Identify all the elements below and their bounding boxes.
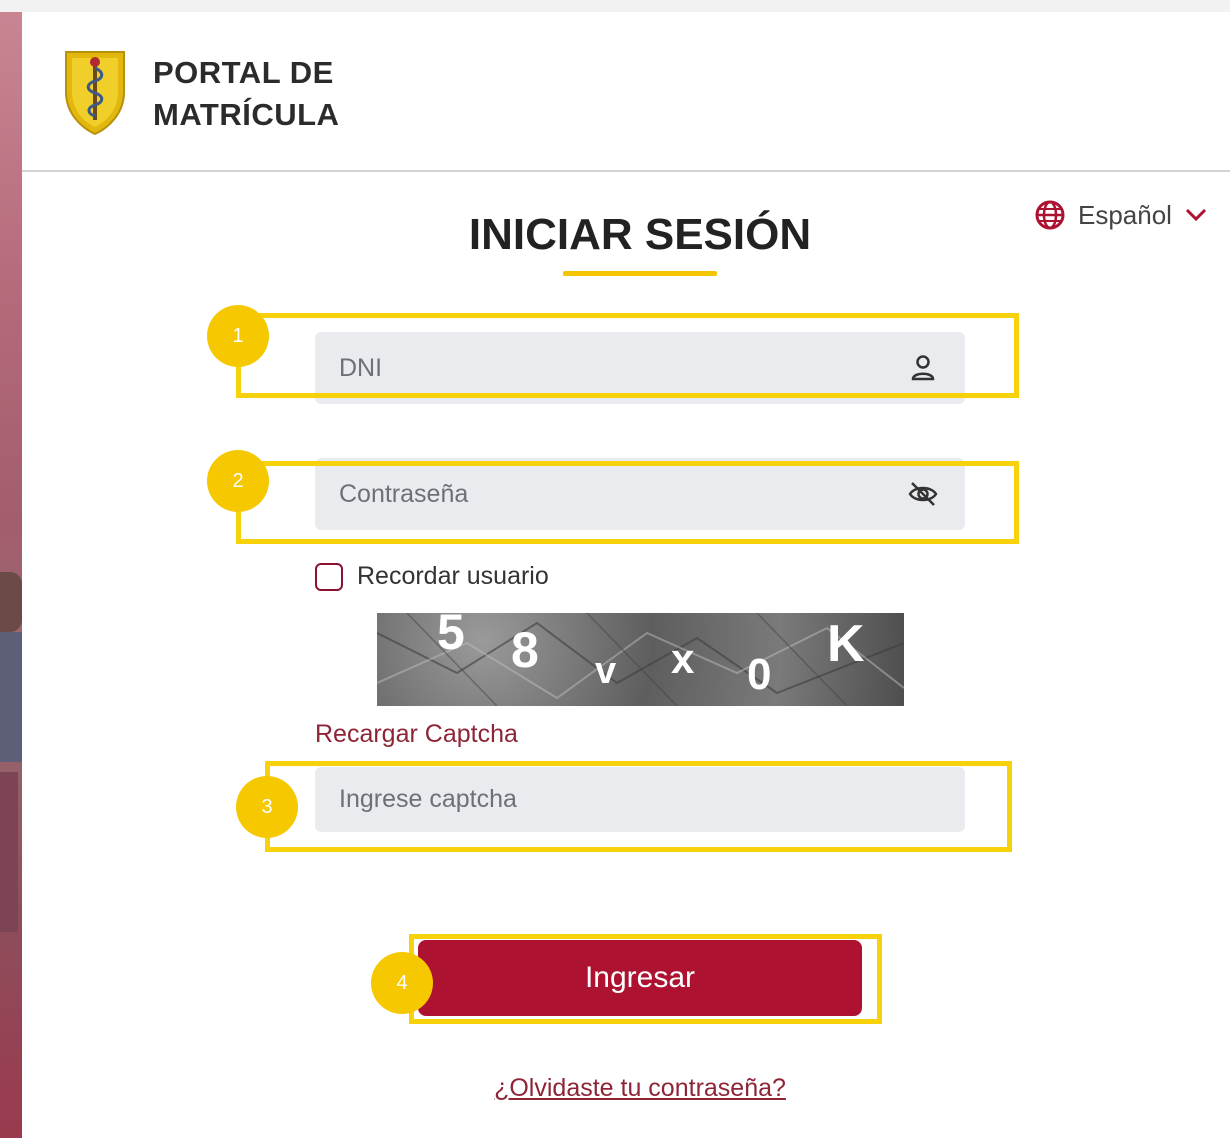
captcha-char-4: x bbox=[671, 635, 695, 682]
portal-title-line1: PORTAL DE bbox=[153, 55, 334, 90]
remember-user[interactable]: Recordar usuario bbox=[315, 562, 549, 591]
highlight-box-2 bbox=[236, 461, 1019, 544]
highlight-box-3 bbox=[265, 761, 1012, 852]
login-panel: PORTAL DE MATRÍCULA Español INICIAR SESI… bbox=[22, 12, 1230, 1138]
captcha-char-5: 0 bbox=[747, 650, 771, 699]
language-label: Español bbox=[1078, 199, 1172, 230]
language-selector[interactable]: Español bbox=[1034, 198, 1208, 232]
forgot-password-link[interactable]: ¿Olvidaste tu contraseña? bbox=[494, 1074, 786, 1103]
globe-icon bbox=[1035, 200, 1065, 230]
shield-logo-icon bbox=[65, 51, 125, 136]
remember-checkbox[interactable] bbox=[315, 562, 343, 591]
header: PORTAL DE MATRÍCULA bbox=[22, 12, 1230, 172]
captcha-char-3: v bbox=[595, 650, 616, 692]
annotation-badge-2: 2 bbox=[207, 450, 269, 512]
photo-figure-legs bbox=[0, 772, 18, 932]
top-strip bbox=[0, 0, 1230, 12]
background-photo bbox=[0, 12, 22, 1138]
photo-figure-head bbox=[0, 572, 22, 632]
remember-label: Recordar usuario bbox=[357, 562, 549, 590]
reload-captcha-link[interactable]: Recargar Captcha bbox=[315, 720, 518, 749]
annotation-badge-1: 1 bbox=[207, 305, 269, 367]
captcha-char-1: 5 bbox=[437, 613, 465, 660]
portal-title-line2: MATRÍCULA bbox=[153, 97, 340, 132]
highlight-box-1 bbox=[236, 313, 1019, 398]
photo-figure-body bbox=[0, 632, 22, 762]
captcha-image: 5 8 v x 0 K bbox=[377, 613, 904, 706]
annotation-badge-4: 4 bbox=[371, 952, 433, 1014]
captcha-char-2: 8 bbox=[511, 622, 539, 678]
login-title: INICIAR SESIÓN bbox=[468, 210, 812, 259]
title-underline bbox=[563, 271, 717, 276]
highlight-box-4 bbox=[409, 934, 882, 1024]
chevron-down-icon bbox=[1185, 208, 1207, 222]
captcha-texture: 5 8 v x 0 K bbox=[377, 613, 904, 706]
portal-title: PORTAL DE MATRÍCULA bbox=[153, 52, 339, 136]
captcha-char-6: K bbox=[827, 615, 865, 673]
annotation-badge-3: 3 bbox=[236, 776, 298, 838]
